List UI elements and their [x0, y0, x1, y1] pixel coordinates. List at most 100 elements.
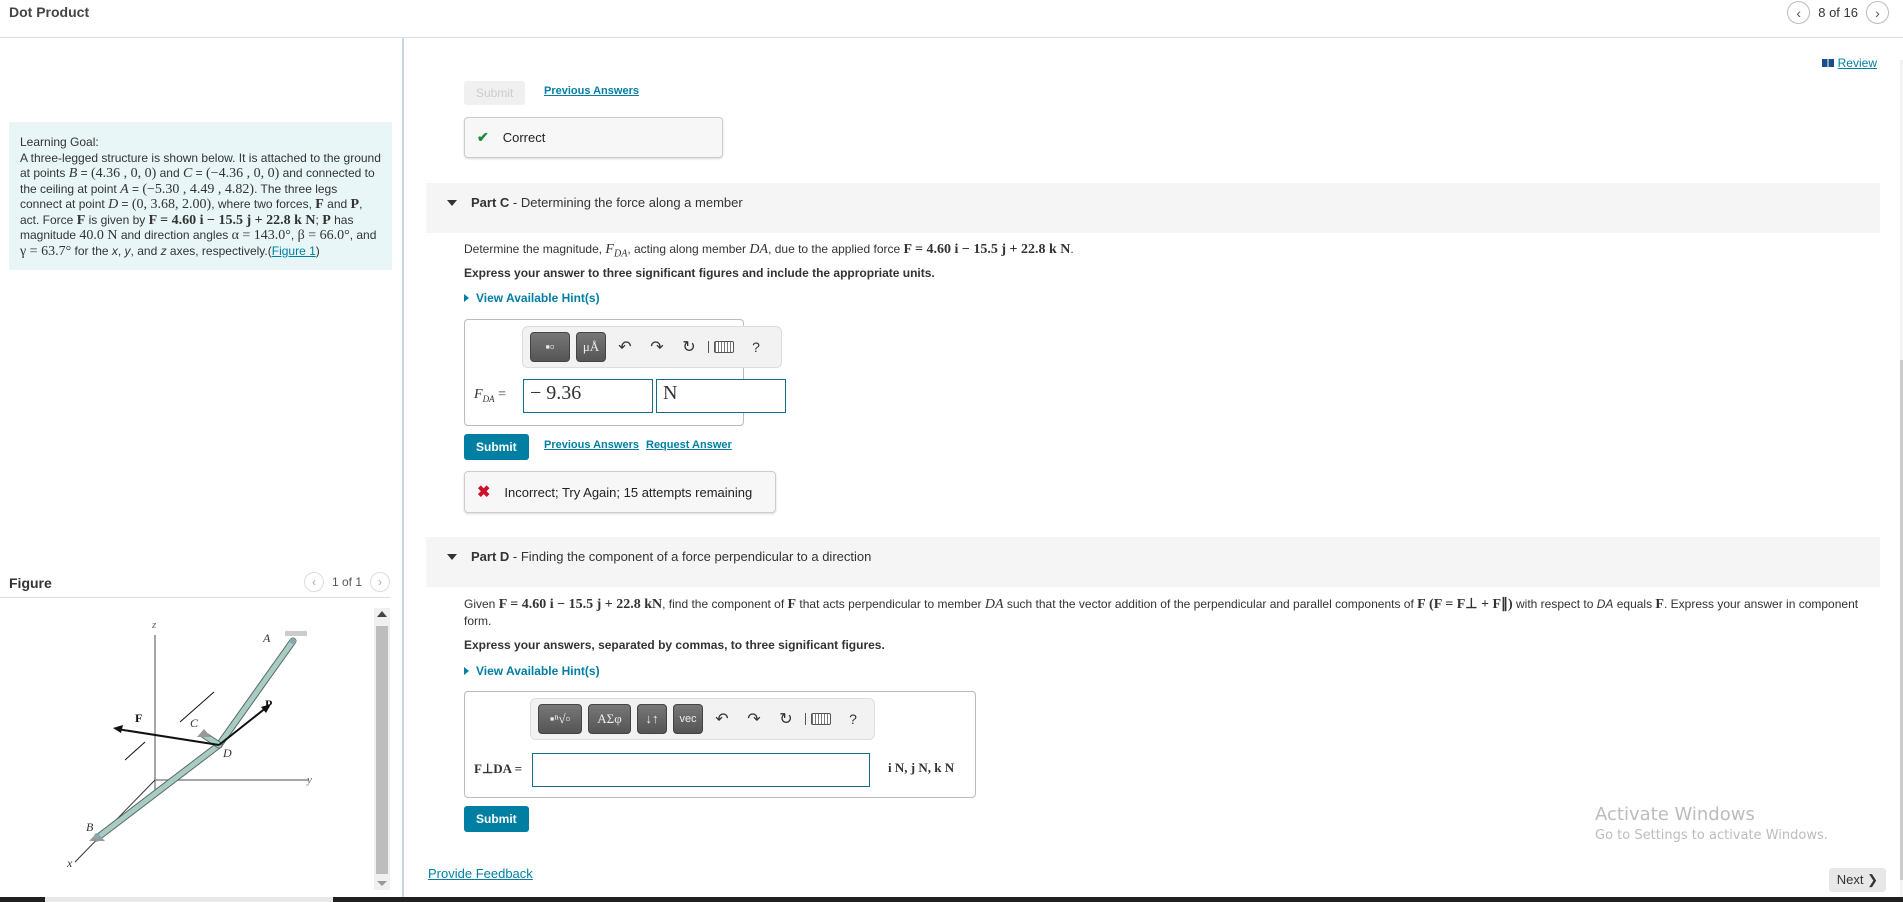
provide-feedback-link[interactable]: Provide Feedback: [428, 866, 533, 881]
part-d-hint-toggle[interactable]: View Available Hint(s): [464, 664, 600, 678]
assignment-title: Dot Product: [9, 4, 90, 20]
arrows-button[interactable]: ↓↑: [637, 704, 667, 734]
part-d-instruction: Express your answers, separated by comma…: [464, 638, 885, 652]
undo-button[interactable]: ↶: [709, 704, 735, 734]
greek-symbols-icon: ΑΣφ: [597, 711, 622, 726]
part-c-submit-button[interactable]: Submit: [464, 434, 529, 460]
vector-icon: vec: [679, 713, 697, 725]
keyboard-icon: [714, 341, 734, 353]
label-D: D: [222, 746, 232, 760]
redo-button[interactable]: ↷: [741, 704, 767, 734]
reset-button[interactable]: ↻: [773, 704, 799, 734]
part-d-answer-label: F⊥DA =: [474, 761, 522, 776]
part-c-feedback-incorrect: ✖ Incorrect; Try Again; 15 attempts rema…: [464, 471, 776, 513]
next-button[interactable]: Next ❯: [1828, 868, 1886, 892]
top-bar: Dot Product ‹ 8 of 16 ›: [0, 0, 1903, 38]
undo-button[interactable]: ↶: [612, 332, 638, 362]
part-d-math-toolbar: ▪ⁿ√▫ ΑΣφ ↓↑ vec ↶ ↷ ↻ ?: [530, 698, 875, 740]
scroll-up-arrow-icon[interactable]: [377, 611, 387, 617]
templates-button[interactable]: ▪▫: [530, 332, 570, 362]
part-d-units-suffix: i N, j N, k N: [888, 760, 955, 775]
caret-right-icon: [464, 294, 469, 302]
book-icon: [1821, 59, 1834, 67]
symbols-button[interactable]: ΑΣφ: [588, 704, 631, 734]
part-d-question: Given F = 4.60 i − 15.5 j + 22.8 kN, fin…: [464, 597, 1859, 628]
figure-scrollbar[interactable]: [374, 608, 390, 890]
divider: [708, 341, 709, 353]
chevron-left-icon: ‹: [1796, 4, 1802, 21]
member-DB-fill: [94, 742, 222, 841]
caret-down-icon: [447, 200, 457, 206]
pin-B: [94, 833, 100, 839]
reset-icon: ↻: [779, 711, 793, 728]
figure-scroll-thumb[interactable]: [376, 626, 388, 874]
structure-figure: z y x A B C D F P: [66, 619, 312, 870]
previous-item-button[interactable]: ‹: [1787, 1, 1811, 24]
label-x: x: [66, 856, 73, 870]
reference-line: [124, 741, 146, 761]
label-A: A: [262, 631, 271, 645]
checkmark-icon: ✔: [477, 129, 489, 145]
part-d-submit-button[interactable]: Submit: [464, 806, 529, 832]
support-A: [285, 631, 307, 636]
item-pager: ‹ 8 of 16 ›: [1787, 1, 1889, 24]
keyboard-button[interactable]: [808, 704, 834, 734]
label-z: z: [151, 619, 157, 631]
label-F: F: [135, 711, 142, 725]
scroll-down-arrow-icon[interactable]: [377, 881, 387, 886]
part-c-value-input[interactable]: − 9.36: [523, 379, 653, 413]
label-C: C: [190, 716, 199, 730]
keyboard-icon: [811, 713, 831, 725]
caret-down-icon: [447, 554, 457, 560]
review-link[interactable]: Review: [1821, 56, 1877, 70]
part-c-header[interactable]: Part C - Determining the force along a m…: [426, 183, 1880, 233]
activate-windows-watermark: Activate Windows Go to Settings to activ…: [1595, 804, 1828, 843]
next-item-button[interactable]: ›: [1866, 1, 1889, 24]
force-F-arrowhead: [113, 725, 123, 733]
part-c-math-toolbar: ▪▫ μÅ ↶ ↷ ↻ ?: [522, 326, 782, 368]
label-y: y: [306, 774, 312, 786]
part-d-vector-input[interactable]: [532, 753, 870, 787]
taskbar: [0, 897, 1903, 902]
learning-goal-heading: Learning Goal:: [20, 135, 99, 149]
part-d-answer-box: ▪ⁿ√▫ ΑΣφ ↓↑ vec ↶ ↷ ↻ ? F⊥DA = i N, j N,…: [464, 691, 976, 798]
label-B: B: [86, 820, 94, 834]
undo-icon: ↶: [715, 711, 729, 728]
vector-button[interactable]: vec: [673, 704, 703, 734]
templates-icon: ▪▫: [545, 339, 555, 354]
help-button[interactable]: ?: [743, 332, 769, 362]
redo-icon: ↷: [650, 339, 664, 356]
part-c-answer-box: ▪▫ μÅ ↶ ↷ ↻ ? FDA = − 9.36 N: [464, 319, 786, 426]
chevron-right-icon: ›: [1875, 4, 1880, 21]
figure-1-link[interactable]: Figure 1: [272, 244, 316, 258]
part-c-hint-toggle[interactable]: View Available Hint(s): [464, 291, 600, 305]
caret-right-icon: [464, 667, 469, 675]
help-icon: ?: [849, 711, 857, 727]
learning-goal-text: A three-legged structure is shown below.…: [20, 150, 381, 259]
templates-button[interactable]: ▪ⁿ√▫: [538, 704, 582, 734]
help-button[interactable]: ?: [840, 704, 866, 734]
reset-button[interactable]: ↻: [676, 332, 702, 362]
chevron-right-icon: ›: [378, 575, 382, 589]
label-P: P: [265, 697, 272, 711]
divider: [805, 713, 806, 725]
part-c-previous-answers-link[interactable]: Previous Answers: [544, 439, 639, 451]
support-C: [197, 729, 211, 737]
redo-button[interactable]: ↷: [644, 332, 670, 362]
redo-icon: ↷: [747, 711, 761, 728]
part-b-submit-button[interactable]: Submit: [464, 81, 526, 105]
pin-A: [290, 638, 296, 644]
part-d-header[interactable]: Part D - Finding the component of a forc…: [426, 537, 1880, 587]
keyboard-button[interactable]: [711, 332, 737, 362]
help-icon: ?: [752, 339, 760, 355]
part-c-unit-input[interactable]: N: [656, 379, 786, 413]
figure-next-button[interactable]: ›: [370, 572, 390, 592]
part-b-previous-answers-link[interactable]: Previous Answers: [544, 85, 639, 97]
taskbar-active-item[interactable]: [45, 897, 333, 902]
x-mark-icon: ✖: [477, 484, 491, 501]
templates-icon: ▪ⁿ√▫: [549, 711, 571, 726]
main-pane: Review Submit Previous Answers ✔ Correct…: [406, 38, 1886, 898]
units-button[interactable]: μÅ: [576, 332, 606, 362]
undo-icon: ↶: [618, 339, 632, 356]
part-c-request-answer-link[interactable]: Request Answer: [646, 439, 732, 451]
